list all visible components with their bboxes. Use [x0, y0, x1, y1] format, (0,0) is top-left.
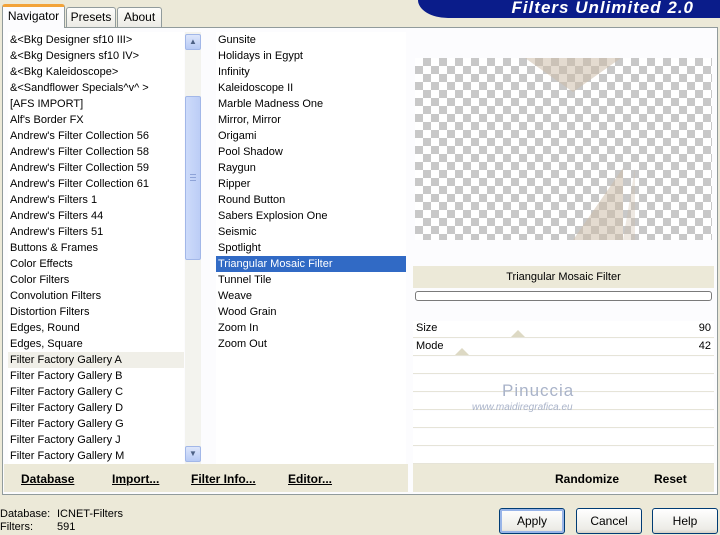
- category-item[interactable]: [AFS IMPORT]: [8, 96, 184, 112]
- category-item[interactable]: Andrew's Filters 1: [8, 192, 184, 208]
- category-item[interactable]: Filter Factory Gallery D: [8, 400, 184, 416]
- category-item[interactable]: Andrew's Filter Collection 59: [8, 160, 184, 176]
- title-banner: Filters Unlimited 2.0: [418, 0, 720, 18]
- scroll-thumb[interactable]: [185, 96, 201, 260]
- category-item[interactable]: Color Filters: [8, 272, 184, 288]
- slider-marker-icon[interactable]: [455, 348, 469, 355]
- category-item[interactable]: Filter Factory Gallery J: [8, 432, 184, 448]
- selected-filter-name: Triangular Mosaic Filter: [413, 266, 714, 288]
- filter-item[interactable]: Zoom Out: [216, 336, 406, 352]
- status-filters-label: Filters:: [0, 521, 33, 533]
- scroll-up-icon[interactable]: ▲: [185, 34, 201, 50]
- category-item[interactable]: Alf's Border FX: [8, 112, 184, 128]
- filter-item[interactable]: Tunnel Tile: [216, 272, 406, 288]
- preview-image: [415, 58, 712, 240]
- filter-info-button[interactable]: Filter Info...: [191, 471, 256, 487]
- editor-button[interactable]: Editor...: [288, 471, 332, 487]
- filter-item[interactable]: Raygun: [216, 160, 406, 176]
- tab-navigator[interactable]: Navigator: [2, 4, 65, 28]
- status-database-label: Database:: [0, 508, 51, 520]
- category-item[interactable]: Distortion Filters: [8, 304, 184, 320]
- param-size-value: 90: [698, 322, 711, 334]
- tab-about[interactable]: About: [117, 7, 162, 27]
- category-item[interactable]: Convolution Filters: [8, 288, 184, 304]
- category-item[interactable]: Filter Factory Gallery G: [8, 416, 184, 432]
- filter-item[interactable]: Triangular Mosaic Filter: [216, 256, 406, 272]
- filter-item[interactable]: Weave: [216, 288, 406, 304]
- filter-item[interactable]: Marble Madness One: [216, 96, 406, 112]
- param-empty: [413, 429, 714, 446]
- tab-presets[interactable]: Presets: [66, 7, 116, 27]
- category-item[interactable]: Andrew's Filters 51: [8, 224, 184, 240]
- slider-marker-icon[interactable]: [511, 330, 525, 337]
- category-item[interactable]: &<Bkg Designer sf10 III>: [8, 32, 184, 48]
- filter-item[interactable]: Pool Shadow: [216, 144, 406, 160]
- category-item[interactable]: Filter Factory Gallery B: [8, 368, 184, 384]
- progress-bar: [415, 291, 712, 301]
- param-mode-value: 42: [698, 340, 711, 352]
- category-item[interactable]: Andrew's Filter Collection 58: [8, 144, 184, 160]
- filter-item[interactable]: Infinity: [216, 64, 406, 80]
- filter-item[interactable]: Zoom In: [216, 320, 406, 336]
- database-button[interactable]: Database: [21, 471, 74, 487]
- category-item[interactable]: &<Bkg Designers sf10 IV>: [8, 48, 184, 64]
- filter-item[interactable]: Holidays in Egypt: [216, 48, 406, 64]
- category-list[interactable]: &<Bkg Designer sf10 III> &<Bkg Designers …: [8, 32, 184, 464]
- filter-item[interactable]: Origami: [216, 128, 406, 144]
- category-item[interactable]: Edges, Square: [8, 336, 184, 352]
- category-item[interactable]: &<Sandflower Specials^v^ >: [8, 80, 184, 96]
- watermark-name: Pinuccia: [502, 381, 575, 400]
- category-item[interactable]: Buttons & Frames: [8, 240, 184, 256]
- cancel-button[interactable]: Cancel: [576, 508, 642, 534]
- category-item[interactable]: Color Effects: [8, 256, 184, 272]
- category-item[interactable]: Filter Factory Gallery A: [8, 352, 184, 368]
- apply-button[interactable]: Apply: [499, 508, 565, 534]
- filter-item[interactable]: Gunsite: [216, 32, 406, 48]
- filter-item[interactable]: Sabers Explosion One: [216, 208, 406, 224]
- status-database: Database: ICNET-Filters: [0, 508, 123, 521]
- filter-item[interactable]: Seismic: [216, 224, 406, 240]
- param-empty: [413, 357, 714, 374]
- status-database-value: ICNET-Filters: [57, 508, 123, 520]
- watermark-url: www.maidiregrafica.eu: [472, 402, 573, 413]
- category-scrollbar[interactable]: ▲ ▼: [185, 32, 201, 464]
- help-button[interactable]: Help: [652, 508, 718, 534]
- status-filters: Filters: 591: [0, 521, 75, 534]
- import-button[interactable]: Import...: [112, 471, 159, 487]
- filter-item[interactable]: Mirror, Mirror: [216, 112, 406, 128]
- param-size-label: Size: [416, 322, 438, 334]
- param-empty: [413, 447, 714, 464]
- param-mode[interactable]: Mode 42: [413, 339, 714, 356]
- filter-item[interactable]: Kaleidoscope II: [216, 80, 406, 96]
- category-item[interactable]: Edges, Round: [8, 320, 184, 336]
- category-item[interactable]: Filter Factory Gallery M: [8, 448, 184, 464]
- param-empty: [413, 411, 714, 428]
- filter-item[interactable]: Round Button: [216, 192, 406, 208]
- category-item[interactable]: Filter Factory Gallery C: [8, 384, 184, 400]
- scroll-down-icon[interactable]: ▼: [185, 446, 201, 462]
- filter-item[interactable]: Spotlight: [216, 240, 406, 256]
- param-size[interactable]: Size 90: [413, 321, 714, 338]
- filter-item[interactable]: Wood Grain: [216, 304, 406, 320]
- category-item[interactable]: &<Bkg Kaleidoscope>: [8, 64, 184, 80]
- reset-button[interactable]: Reset: [654, 471, 687, 487]
- param-mode-label: Mode: [416, 340, 444, 352]
- randomize-button[interactable]: Randomize: [555, 471, 619, 487]
- category-item[interactable]: Andrew's Filters 44: [8, 208, 184, 224]
- category-item[interactable]: Andrew's Filter Collection 61: [8, 176, 184, 192]
- filter-list[interactable]: Gunsite Holidays in Egypt Infinity Kaleidos…: [216, 32, 406, 464]
- status-filters-value: 591: [57, 521, 76, 533]
- category-item[interactable]: Andrew's Filter Collection 56: [8, 128, 184, 144]
- filter-item[interactable]: Ripper: [216, 176, 406, 192]
